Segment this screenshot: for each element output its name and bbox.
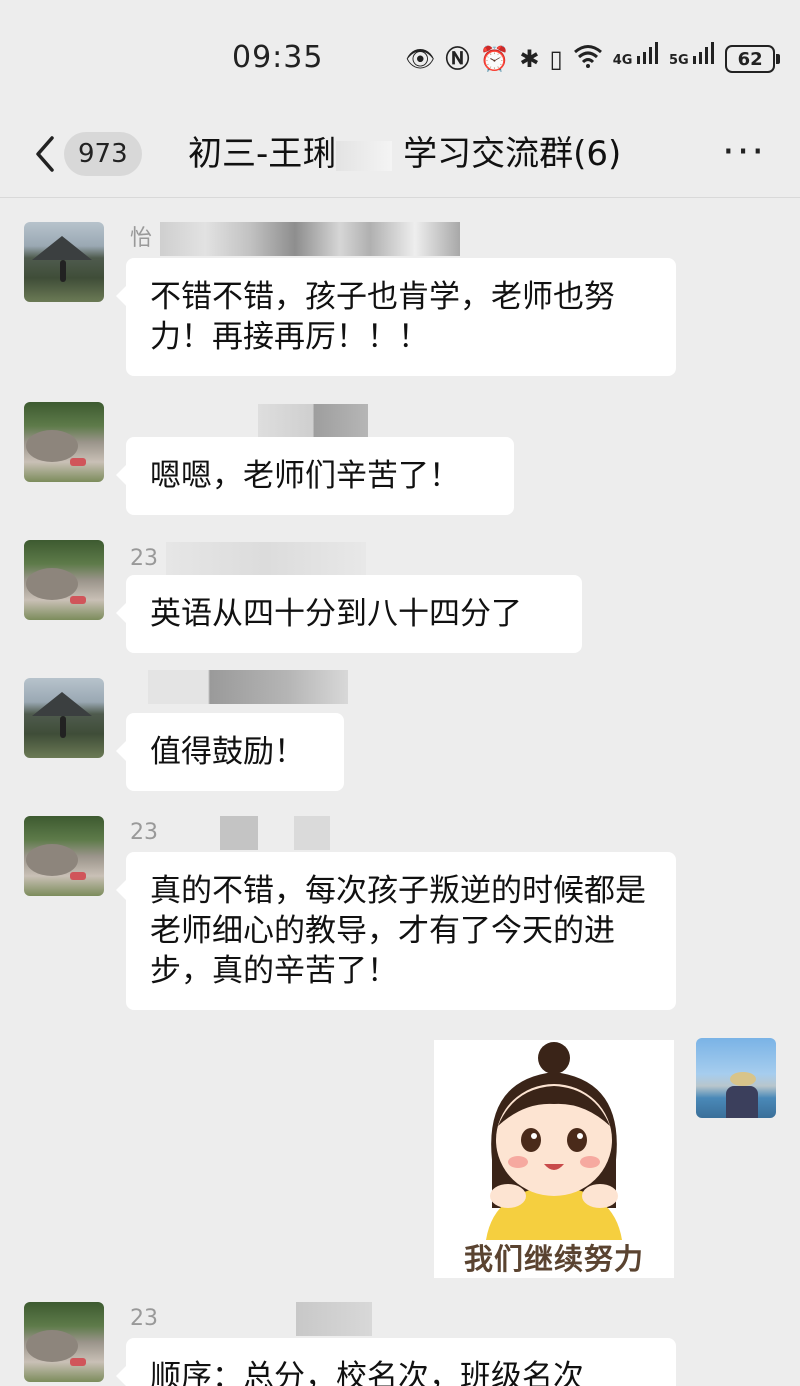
message-bubble[interactable]: 顺序：总分，校名次，班级名次 xyxy=(116,1338,676,1386)
network-5g-label: 5G xyxy=(668,53,689,68)
sticker-image[interactable]: 我们继续努力 xyxy=(434,1040,674,1278)
sender-name: 23 xyxy=(130,1302,372,1336)
sender-name xyxy=(130,670,348,704)
message-bubble[interactable]: 值得鼓励！ xyxy=(116,713,344,791)
redacted-block xyxy=(294,816,330,850)
alarm-icon: ⏰ xyxy=(479,45,510,73)
vibrate-icon: ▯ xyxy=(549,45,563,73)
cartoon-girl-icon xyxy=(486,1042,622,1240)
status-icons: 👁 Ⓝ ⏰ ✱ ▯ 4G 5G 62 xyxy=(405,42,781,76)
wifi-icon xyxy=(573,44,603,75)
status-bar: 09:35 👁 Ⓝ ⏰ ✱ ▯ 4G 5G 62 xyxy=(0,0,800,110)
sender-avatar[interactable] xyxy=(24,1302,104,1382)
sender-avatar[interactable] xyxy=(24,816,104,896)
message-bubble[interactable]: 不错不错，孩子也肯学，老师也努力！再接再厉！！！ xyxy=(116,258,676,376)
redacted-block xyxy=(160,222,461,256)
group-title[interactable]: 初三-王琍 学习交流群(6) xyxy=(188,130,621,178)
sender-avatar[interactable] xyxy=(24,540,104,620)
sender-avatar[interactable] xyxy=(24,678,104,758)
message-bubble[interactable]: 真的不错，每次孩子叛逆的时候都是老师细心的教导，才有了今天的进步，真的辛苦了！ xyxy=(116,852,676,1010)
bluetooth-icon: ✱ xyxy=(519,45,540,73)
redacted-block xyxy=(220,816,258,850)
redacted-block xyxy=(148,670,348,704)
network-4g-label: 4G xyxy=(612,53,633,68)
sender-avatar[interactable] xyxy=(24,402,104,482)
more-options-icon[interactable]: ··· xyxy=(722,132,766,172)
chat-header: 973 初三-王琍 学习交流群(6) ··· xyxy=(0,110,800,198)
group-title-suffix: 学习交流群(6) xyxy=(403,134,622,174)
back-arrow-icon[interactable] xyxy=(30,134,60,174)
redacted-block xyxy=(166,542,366,576)
sender-name: 怡 xyxy=(130,222,461,256)
message-bubble[interactable]: 嗯嗯，老师们辛苦了！ xyxy=(116,437,514,515)
message-bubble[interactable]: 英语从四十分到八十四分了 xyxy=(116,575,582,653)
group-title-prefix: 初三-王琍 xyxy=(188,134,337,174)
sender-name: 23 xyxy=(130,542,366,576)
nfc-icon: Ⓝ xyxy=(445,45,470,73)
sender-name xyxy=(130,404,368,438)
sender-avatar[interactable] xyxy=(24,222,104,302)
battery-icon: 62 xyxy=(725,45,781,73)
redacted-block xyxy=(336,140,393,171)
unread-count-badge[interactable]: 973 xyxy=(64,132,142,176)
self-avatar[interactable] xyxy=(696,1038,776,1118)
signal-4g-icon: 4G xyxy=(613,42,659,76)
redacted-block xyxy=(296,1302,372,1336)
sender-name: 23 xyxy=(130,816,330,850)
redacted-block xyxy=(258,404,368,438)
sticker-caption: 我们继续努力 xyxy=(463,1242,644,1276)
eye-icon: 👁 xyxy=(405,45,436,73)
signal-5g-icon: 5G xyxy=(669,42,715,76)
status-time: 09:35 xyxy=(232,40,324,75)
